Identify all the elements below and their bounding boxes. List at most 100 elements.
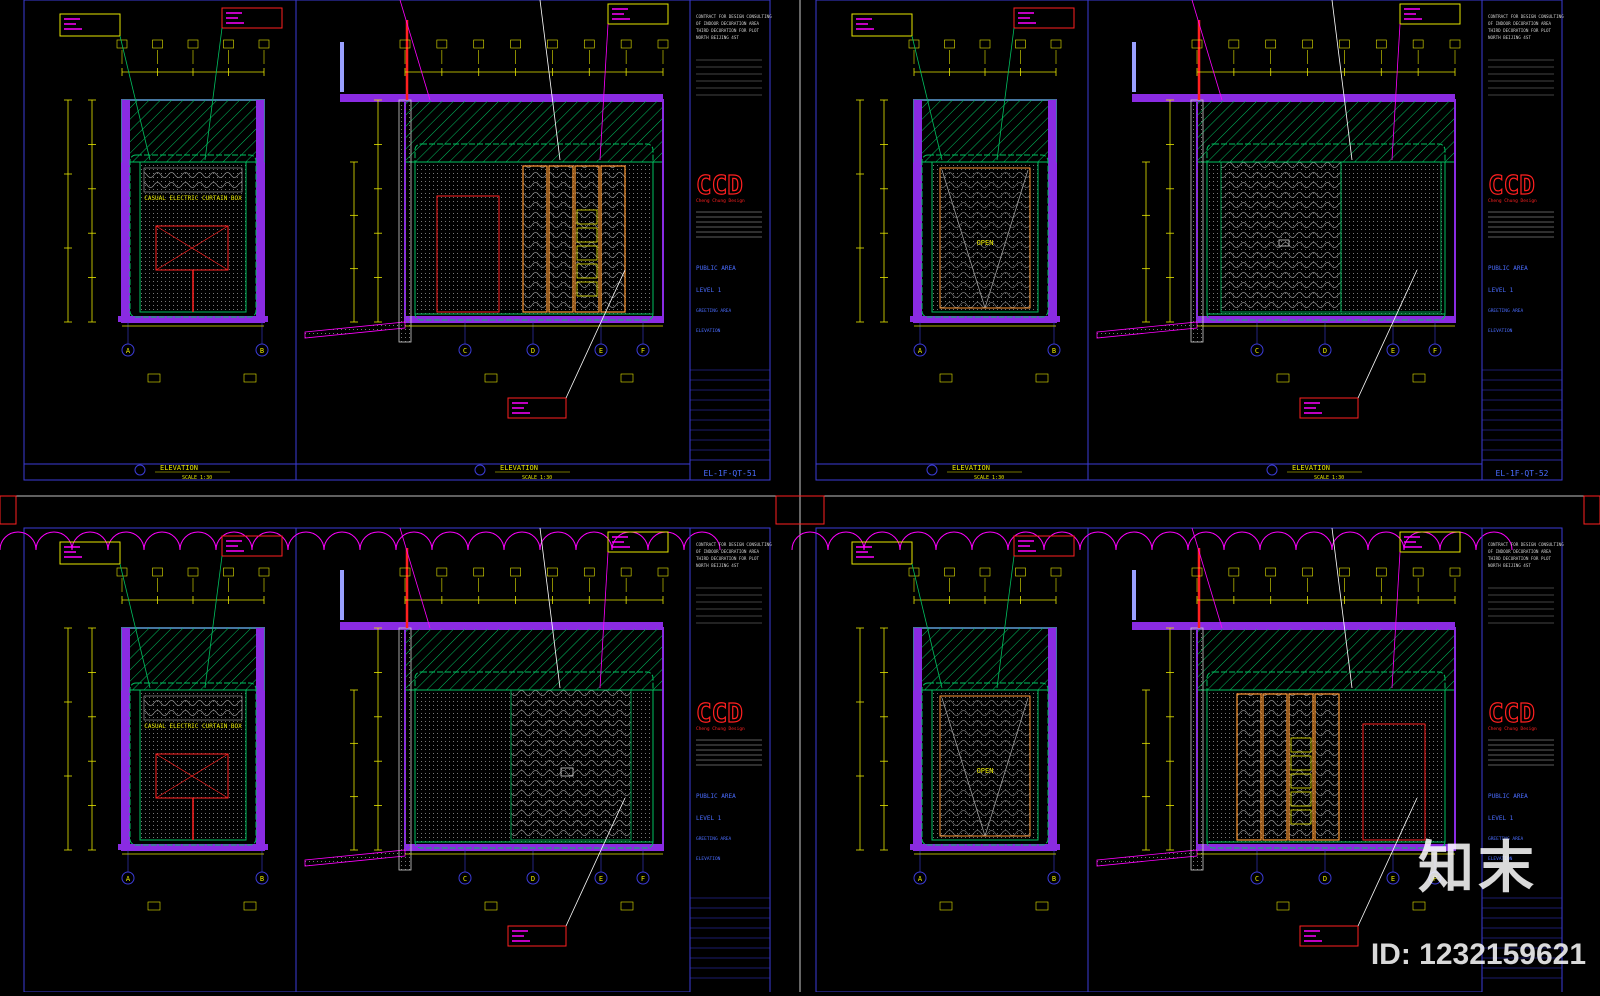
dimension-tag — [583, 567, 595, 577]
cabinet-door — [548, 165, 574, 313]
elevation-marker — [926, 464, 938, 476]
sheet-number: EL-1F-QT-52 — [1496, 469, 1549, 478]
dimension-tag — [939, 901, 953, 911]
area-label: PUBLIC AREA — [696, 793, 736, 800]
dimension-tag — [473, 39, 485, 49]
rail-post — [340, 570, 344, 620]
dimension-tag — [147, 373, 161, 383]
column-section — [1190, 99, 1204, 343]
dimension-tag — [258, 567, 270, 577]
grid-label: B — [1052, 347, 1056, 355]
curtain-box — [143, 167, 243, 193]
ramp-section — [304, 849, 406, 867]
tag-leader — [1191, 0, 1223, 101]
dimension-tag — [1339, 567, 1350, 577]
grid-label: F — [1433, 347, 1437, 355]
grid-label: E — [599, 875, 603, 883]
cabinet-door — [1314, 693, 1340, 841]
dimension-tag — [547, 39, 558, 49]
dimension-tag — [147, 901, 161, 911]
zone-label: GREETING AREA — [1488, 308, 1524, 314]
ramp-section — [304, 321, 406, 339]
left-wall-post — [914, 100, 922, 322]
dimension-tag — [620, 39, 632, 49]
title-block: CONTRACT FOR DESIGN CONSULTING OF INDOOR … — [689, 527, 772, 996]
elevation-marker — [134, 464, 146, 476]
door-note: OPEN — [977, 239, 994, 247]
grid-label: C — [463, 875, 467, 883]
grid-label: C — [1255, 347, 1259, 355]
dimension-tag — [187, 567, 199, 577]
grid-label: B — [260, 875, 264, 883]
cabinet-door — [1262, 693, 1288, 841]
dimension-tag — [1191, 567, 1203, 577]
ccd-logo-sub: Cheng Chung Design — [1488, 198, 1537, 204]
project-line: OF INDOOR DECORATION AREA — [696, 21, 760, 26]
title-block-frame — [1481, 0, 1563, 481]
dimension-tag — [939, 373, 953, 383]
grid-label: A — [918, 875, 923, 883]
dimension-tag — [436, 39, 448, 49]
dimension-tag — [1412, 39, 1424, 49]
dimension-tag — [1375, 567, 1387, 577]
rail-post — [1132, 570, 1136, 620]
project-line: CONTRACT FOR DESIGN CONSULTING — [696, 14, 772, 19]
wood-panel — [1220, 161, 1342, 313]
dimension-tag — [1449, 39, 1461, 49]
view-label: ELEVATION — [696, 856, 721, 862]
dimension-tag — [1015, 39, 1026, 49]
elevation-title-right: ELEVATION — [1292, 464, 1330, 472]
ccd-logo: CCD — [1488, 171, 1535, 201]
tag-leader — [399, 0, 431, 101]
area-label: PUBLIC AREA — [1488, 265, 1528, 272]
dimension-tag — [620, 901, 634, 911]
dimension-tag — [1265, 39, 1277, 49]
elevation-scale-left: SCALE 1:30 — [182, 475, 212, 481]
grid-label: A — [126, 347, 131, 355]
dimension-tag — [1050, 567, 1062, 577]
floor-line — [1197, 316, 1455, 322]
view-label: ELEVATION — [696, 328, 721, 334]
ccd-logo: CCD — [696, 171, 743, 201]
door-panel — [939, 167, 1031, 309]
dimension-tag — [979, 39, 991, 49]
registration-mark — [0, 495, 17, 525]
ccd-logo-sub: Cheng Chung Design — [696, 198, 745, 204]
dimension-tag — [399, 567, 411, 577]
registration-mark — [1583, 495, 1600, 525]
title-block: CONTRACT FOR DESIGN CONSULTING OF INDOOR … — [1481, 0, 1564, 481]
grid-label: E — [599, 347, 603, 355]
rail-post — [340, 42, 344, 92]
cabinet-door — [522, 165, 548, 313]
ccd-logo: CCD — [696, 699, 743, 729]
dimension-tag — [1302, 39, 1313, 49]
level-label: LEVEL 1 — [1488, 815, 1514, 822]
dimension-tag — [243, 373, 257, 383]
zone-label: GREETING AREA — [696, 308, 732, 314]
dimension-tag — [1339, 39, 1350, 49]
grid-label: F — [641, 347, 645, 355]
grid-label: E — [1391, 347, 1395, 355]
material-tag — [851, 13, 913, 37]
dimension-tag — [1265, 567, 1277, 577]
dimension-tag — [152, 567, 163, 577]
area-label: PUBLIC AREA — [696, 265, 736, 272]
level-label: LEVEL 1 — [696, 815, 722, 822]
dimension-tag — [1228, 567, 1240, 577]
ramp-section — [1096, 321, 1198, 339]
elevation-scale-left: SCALE 1:30 — [974, 475, 1004, 481]
cabinet-door — [1236, 693, 1262, 841]
ccd-logo-sub: Cheng Chung Design — [696, 726, 745, 732]
grid-label: F — [641, 875, 645, 883]
elevation-scale-right: SCALE 1:30 — [1314, 475, 1344, 481]
curtain-box — [143, 695, 243, 721]
ceiling-hatch — [1196, 99, 1456, 163]
project-line: CONTRACT FOR DESIGN CONSULTING — [1488, 542, 1564, 547]
left-wall-post — [122, 628, 130, 850]
ramp-section — [1096, 849, 1198, 867]
elevation-marker — [1266, 464, 1278, 476]
project-line: NORTH BEIJING 4ST — [696, 563, 739, 568]
dimension-tag — [1191, 39, 1203, 49]
title-block: CONTRACT FOR DESIGN CONSULTING OF INDOOR … — [1481, 527, 1564, 996]
grid-label: A — [126, 875, 131, 883]
